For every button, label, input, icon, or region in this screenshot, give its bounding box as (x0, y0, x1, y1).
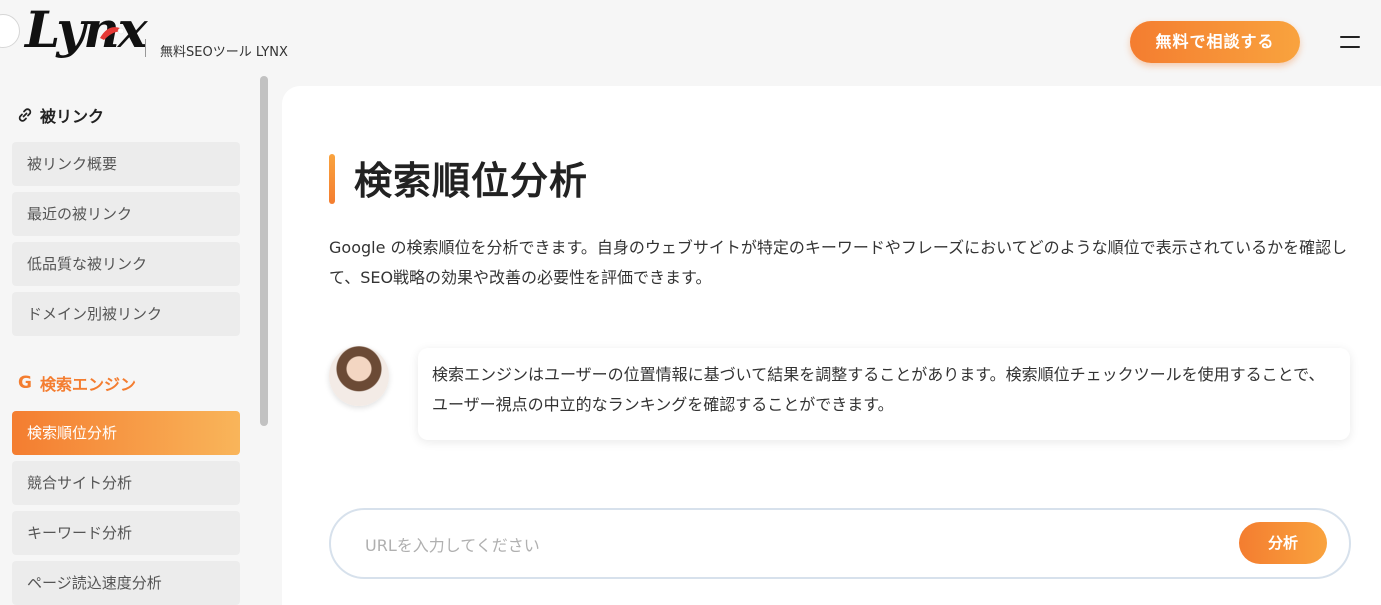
avatar (329, 346, 389, 406)
santa-hat-icon (100, 27, 124, 40)
sidebar-section-title: 被リンク (40, 107, 105, 126)
sidebar-item-backlink-overview[interactable]: 被リンク概要 (12, 142, 240, 186)
header: Lynx 無料SEOツール LYNX 無料で相談する (0, 0, 1381, 80)
page-title: 検索順位分析 (354, 159, 589, 203)
logo-separator (145, 39, 146, 57)
title-accent-bar (329, 154, 335, 204)
logo-circle (0, 14, 20, 48)
sidebar: 被リンク 被リンク概要 最近の被リンク 低品質な被リンク ドメイン別被リンク G… (0, 80, 258, 605)
sidebar-section-title: 検索エンジン (40, 375, 137, 394)
url-input[interactable]: URLを入力してください (365, 532, 540, 556)
sidebar-item-recent-backlinks[interactable]: 最近の被リンク (12, 192, 240, 236)
google-icon: G (18, 373, 32, 393)
sidebar-item-competitor-analysis[interactable]: 競合サイト分析 (12, 461, 240, 505)
logo-tagline: 無料SEOツール LYNX (160, 45, 288, 60)
logo[interactable]: Lynx (25, 0, 148, 59)
main-content: 検索順位分析 Google の検索順位を分析できます。自身のウェブサイトが特定の… (282, 86, 1381, 605)
hamburger-icon[interactable] (1340, 36, 1360, 50)
sidebar-item-low-quality-backlinks[interactable]: 低品質な被リンク (12, 242, 240, 286)
page-description: Google の検索順位を分析できます。自身のウェブサイトが特定のキーワードやフ… (329, 238, 1348, 287)
link-icon (16, 106, 34, 124)
sidebar-section-backlinks: 被リンク (16, 103, 104, 127)
sidebar-item-backlinks-by-domain[interactable]: ドメイン別被リンク (12, 292, 240, 336)
url-search-box[interactable]: URLを入力してください 分析 (329, 508, 1351, 579)
sidebar-item-page-speed-analysis[interactable]: ページ読込速度分析 (12, 561, 240, 605)
sidebar-scrollbar[interactable] (260, 76, 268, 426)
analyze-button[interactable]: 分析 (1239, 522, 1327, 564)
sidebar-item-keyword-analysis[interactable]: キーワード分析 (12, 511, 240, 555)
tip-bubble: 検索エンジンはユーザーの位置情報に基づいて結果を調整することがあります。検索順位… (418, 348, 1350, 440)
sidebar-item-rank-analysis[interactable]: 検索順位分析 (12, 411, 240, 455)
free-consultation-button[interactable]: 無料で相談する (1130, 21, 1300, 63)
sidebar-section-search-engine: G 検索エンジン (16, 371, 136, 395)
